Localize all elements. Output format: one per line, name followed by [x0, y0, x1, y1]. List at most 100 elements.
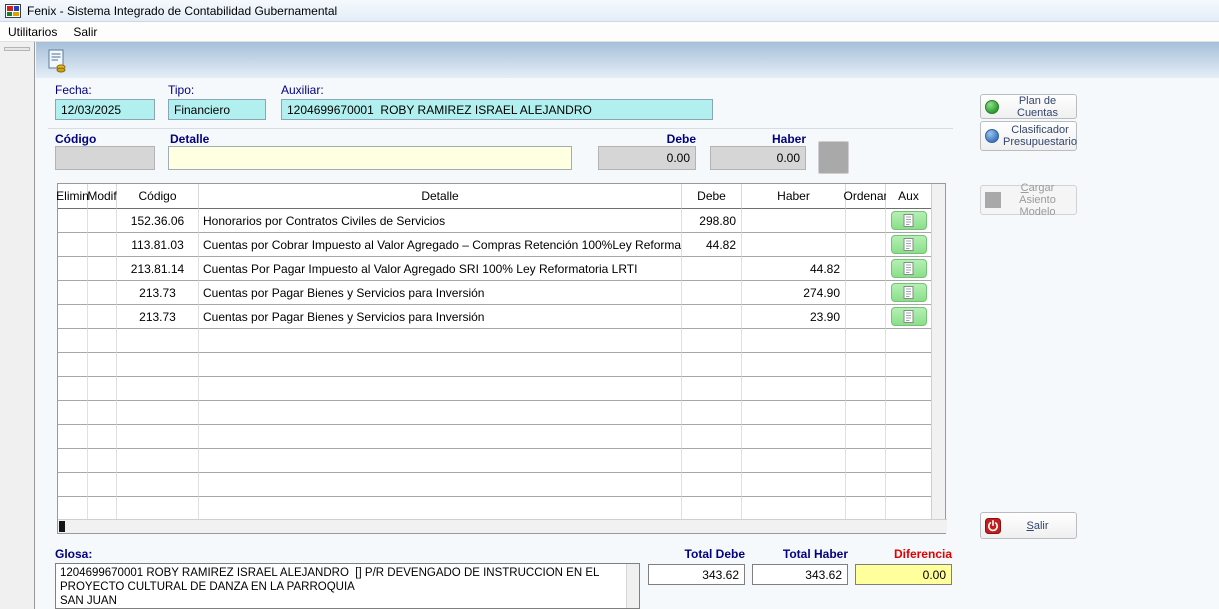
- table-row[interactable]: [58, 497, 931, 521]
- cell-haber: [742, 329, 846, 353]
- table-row[interactable]: [58, 425, 931, 449]
- cargar-asiento-modelo-button[interactable]: Cargar AsientoModelo: [980, 185, 1077, 215]
- glosa-textarea[interactable]: 1204699670001 ROBY RAMIREZ ISRAEL ALEJAN…: [55, 563, 640, 609]
- cell-debe: [682, 353, 742, 377]
- header-ordenar[interactable]: Ordenar: [846, 184, 886, 209]
- cell-elimin[interactable]: [58, 449, 88, 473]
- cell-debe: [682, 257, 742, 281]
- cell-haber: [742, 449, 846, 473]
- cell-elimin[interactable]: [58, 257, 88, 281]
- codigo-input[interactable]: [55, 146, 155, 170]
- table-row[interactable]: [58, 449, 931, 473]
- cell-codigo: [117, 377, 199, 401]
- table-row[interactable]: [58, 377, 931, 401]
- cell-elimin[interactable]: [58, 329, 88, 353]
- panel-splitter-handle[interactable]: [4, 47, 30, 51]
- salir-button[interactable]: Salir: [980, 512, 1077, 539]
- cell-ordenar[interactable]: [846, 497, 886, 521]
- aux-button[interactable]: [891, 259, 927, 278]
- haber-input[interactable]: 0.00: [710, 146, 806, 170]
- glosa-scrollbar[interactable]: [626, 564, 639, 608]
- table-row[interactable]: 213.73 Cuentas por Pagar Bienes y Servic…: [58, 281, 931, 305]
- header-haber[interactable]: Haber: [742, 184, 846, 209]
- cell-modif[interactable]: [88, 353, 117, 377]
- vertical-scrollbar[interactable]: [931, 184, 945, 520]
- cell-debe: [682, 305, 742, 329]
- header-elimin[interactable]: Elimin: [58, 184, 88, 209]
- tipo-input[interactable]: Financiero: [168, 99, 266, 120]
- add-entry-button-disabled[interactable]: [818, 141, 849, 174]
- table-row[interactable]: 152.36.06 Honorarios por Contratos Civil…: [58, 209, 931, 233]
- document-icon: [903, 310, 914, 323]
- table-row[interactable]: [58, 353, 931, 377]
- aux-button[interactable]: [891, 307, 927, 326]
- aux-button[interactable]: [891, 235, 927, 254]
- auxiliar-input[interactable]: 1204699670001 ROBY RAMIREZ ISRAEL ALEJAN…: [281, 99, 713, 120]
- cell-elimin[interactable]: [58, 401, 88, 425]
- glosa-label: Glosa:: [55, 547, 92, 561]
- clasificador-presupuestario-button[interactable]: ClasificadorPresupuestario: [980, 121, 1077, 151]
- header-aux[interactable]: Aux: [886, 184, 931, 209]
- table-row[interactable]: [58, 473, 931, 497]
- aux-button[interactable]: [891, 283, 927, 302]
- table-row[interactable]: 213.81.14 Cuentas Por Pagar Impuesto al …: [58, 257, 931, 281]
- cell-ordenar[interactable]: [846, 209, 886, 233]
- fecha-input[interactable]: 12/03/2025: [55, 99, 155, 120]
- header-codigo[interactable]: Código: [117, 184, 199, 209]
- header-modif[interactable]: Modif: [88, 184, 117, 209]
- cell-ordenar[interactable]: [846, 257, 886, 281]
- table-row[interactable]: [58, 329, 931, 353]
- debe-input[interactable]: 0.00: [598, 146, 696, 170]
- horizontal-scrollbar[interactable]: [58, 519, 947, 533]
- cell-detalle: Cuentas por Pagar Bienes y Servicios par…: [199, 305, 682, 329]
- table-row[interactable]: [58, 401, 931, 425]
- cell-ordenar[interactable]: [846, 353, 886, 377]
- cell-elimin[interactable]: [58, 209, 88, 233]
- cell-elimin[interactable]: [58, 473, 88, 497]
- cell-modif[interactable]: [88, 401, 117, 425]
- cell-ordenar[interactable]: [846, 233, 886, 257]
- cell-debe: [682, 473, 742, 497]
- cell-modif[interactable]: [88, 209, 117, 233]
- cell-modif[interactable]: [88, 305, 117, 329]
- menu-salir[interactable]: Salir: [65, 23, 105, 41]
- table-row[interactable]: 213.73 Cuentas por Pagar Bienes y Servic…: [58, 305, 931, 329]
- header-detalle[interactable]: Detalle: [199, 184, 682, 209]
- cell-modif[interactable]: [88, 329, 117, 353]
- journal-entry-icon[interactable]: [46, 49, 68, 73]
- cell-modif[interactable]: [88, 425, 117, 449]
- cell-ordenar[interactable]: [846, 473, 886, 497]
- detalle-input[interactable]: [168, 146, 572, 170]
- cell-ordenar[interactable]: [846, 425, 886, 449]
- horizontal-scrollbar-thumb[interactable]: [59, 521, 65, 532]
- cell-modif[interactable]: [88, 497, 117, 521]
- cell-ordenar[interactable]: [846, 305, 886, 329]
- cell-ordenar[interactable]: [846, 329, 886, 353]
- cell-modif[interactable]: [88, 281, 117, 305]
- cell-modif[interactable]: [88, 377, 117, 401]
- cell-modif[interactable]: [88, 449, 117, 473]
- left-collapsed-panel[interactable]: [0, 42, 35, 609]
- haber-label: Haber: [706, 132, 806, 146]
- cell-codigo: [117, 497, 199, 521]
- cell-elimin[interactable]: [58, 497, 88, 521]
- plan-de-cuentas-button[interactable]: Plan de Cuentas: [980, 94, 1077, 119]
- aux-button[interactable]: [891, 211, 927, 230]
- cell-elimin[interactable]: [58, 425, 88, 449]
- cell-elimin[interactable]: [58, 281, 88, 305]
- cell-elimin[interactable]: [58, 305, 88, 329]
- cell-modif[interactable]: [88, 473, 117, 497]
- cell-elimin[interactable]: [58, 353, 88, 377]
- cell-ordenar[interactable]: [846, 377, 886, 401]
- cell-ordenar[interactable]: [846, 401, 886, 425]
- cell-elimin[interactable]: [58, 233, 88, 257]
- cell-modif[interactable]: [88, 257, 117, 281]
- table-row[interactable]: 113.81.03 Cuentas por Cobrar Impuesto al…: [58, 233, 931, 257]
- cell-ordenar[interactable]: [846, 449, 886, 473]
- header-debe[interactable]: Debe: [682, 184, 742, 209]
- cell-ordenar[interactable]: [846, 281, 886, 305]
- cell-aux: [886, 377, 931, 401]
- cell-elimin[interactable]: [58, 377, 88, 401]
- cell-modif[interactable]: [88, 233, 117, 257]
- menu-utilitarios[interactable]: Utilitarios: [0, 23, 65, 41]
